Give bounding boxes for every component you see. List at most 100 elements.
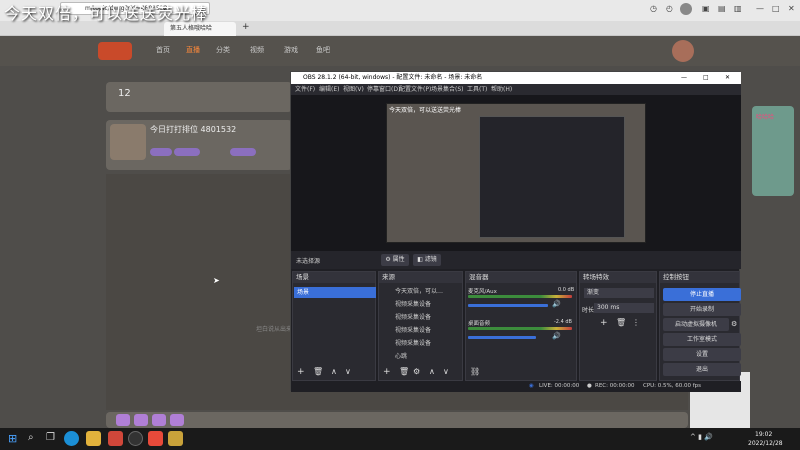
source-item[interactable]: 视频采集设备 bbox=[379, 338, 462, 349]
obs-maximize-icon[interactable]: □ bbox=[703, 72, 709, 84]
scenes-remove-button[interactable]: 🗑 bbox=[313, 367, 323, 376]
search-icon[interactable]: ⌕ bbox=[28, 432, 34, 443]
start-recording-button[interactable]: 开始录制 bbox=[663, 303, 741, 316]
box-icon[interactable]: ▤ bbox=[718, 4, 726, 13]
sources-up-button[interactable]: ∧ bbox=[429, 367, 435, 376]
transition-add-button[interactable]: + bbox=[600, 318, 608, 328]
source-item[interactable]: 心跳 bbox=[379, 351, 462, 362]
scenes-down-button[interactable]: ∨ bbox=[345, 367, 351, 376]
tab-active[interactable]: 第五人格哦哈哈 bbox=[164, 22, 236, 36]
sources-down-button[interactable]: ∨ bbox=[443, 367, 449, 376]
duration-input[interactable]: 300 ms bbox=[594, 303, 654, 313]
site-header: 首页 直播 分类 视频 游戏 鱼吧 bbox=[0, 36, 800, 66]
network-icon[interactable]: ▮ bbox=[698, 433, 702, 441]
header-avatar[interactable] bbox=[672, 40, 694, 62]
exit-button[interactable]: 退出 bbox=[663, 363, 741, 376]
settings-button[interactable]: 设置 bbox=[663, 348, 741, 361]
start-icon[interactable]: ⊞ bbox=[8, 432, 17, 445]
scenes-add-button[interactable]: + bbox=[297, 367, 305, 377]
clock-icon[interactable]: ◴ bbox=[666, 4, 673, 13]
room-title: 今日打打排位 4801532 bbox=[150, 125, 237, 134]
tag-3[interactable] bbox=[230, 148, 256, 156]
transition-remove-button[interactable]: 🗑 bbox=[616, 318, 626, 327]
speaker-icon[interactable]: 🔊 bbox=[552, 300, 561, 308]
menu-scene-collection[interactable]: 场景集合(S) bbox=[431, 84, 464, 95]
nav-category[interactable]: 分类 bbox=[216, 45, 230, 55]
obs-close-icon[interactable]: ✕ bbox=[725, 72, 730, 84]
transitions-dock: 转场特效 渐变 时长 300 ms + 🗑 ⋮ bbox=[579, 271, 657, 381]
obs-minimize-icon[interactable]: — bbox=[681, 72, 687, 84]
source-item[interactable]: 视频采集设备 bbox=[379, 299, 462, 310]
mixer-link-icon[interactable]: ⛓ bbox=[470, 367, 480, 376]
new-tab-button[interactable]: + bbox=[242, 22, 250, 32]
sources-settings-icon[interactable]: ⚙ bbox=[413, 367, 420, 376]
maximize-icon[interactable]: □ bbox=[772, 4, 780, 13]
app-icon[interactable] bbox=[108, 431, 123, 446]
source-item[interactable]: 视频采集设备 bbox=[379, 325, 462, 336]
taskview-icon[interactable]: ❐ bbox=[46, 432, 55, 443]
scene-item-selected[interactable]: 场景 bbox=[294, 287, 376, 298]
menu-view[interactable]: 视图(V) bbox=[343, 84, 364, 95]
stream-caption: 今天双倍，可以送送荧光棒 bbox=[4, 4, 209, 23]
mixer-volume-slider[interactable] bbox=[468, 304, 548, 307]
properties-button[interactable]: ⚙ 属性 bbox=[381, 254, 409, 266]
source-item[interactable]: 今天双倍，可以… bbox=[379, 286, 462, 297]
nav-home[interactable]: 首页 bbox=[156, 45, 170, 55]
nav-video[interactable]: 视频 bbox=[250, 45, 264, 55]
menu-file[interactable]: 文件(F) bbox=[295, 84, 315, 95]
close-icon[interactable]: ✕ bbox=[788, 4, 795, 13]
studio-mode-button[interactable]: 工作室模式 bbox=[663, 333, 741, 346]
nested-obs-window bbox=[479, 116, 625, 238]
transition-select[interactable]: 渐变 bbox=[584, 288, 654, 298]
rec-status: REC: 00:00:00 bbox=[595, 383, 635, 389]
menu-docks[interactable]: 停靠窗口(D) bbox=[367, 84, 400, 95]
menu-edit[interactable]: 编辑(E) bbox=[319, 84, 339, 95]
edge-icon[interactable] bbox=[64, 431, 79, 446]
clock-time[interactable]: 19:02 bbox=[755, 431, 772, 438]
gift-icon-4[interactable] bbox=[170, 414, 184, 426]
history-icon[interactable]: ◷ bbox=[650, 4, 657, 13]
scene-item-label: 场景 bbox=[297, 289, 310, 296]
source-item[interactable]: 视频采集设备 bbox=[379, 312, 462, 323]
menu-tools[interactable]: 工具(T) bbox=[467, 84, 487, 95]
sources-header: 来源 bbox=[379, 272, 462, 283]
mixer-volume-slider[interactable] bbox=[468, 336, 536, 339]
minimize-icon[interactable]: — bbox=[756, 4, 764, 13]
nav-live[interactable]: 直播 bbox=[186, 45, 200, 55]
stop-streaming-button[interactable]: 停止直播 bbox=[663, 288, 741, 301]
promo-badge: 哈哈哈 bbox=[756, 114, 775, 121]
nav-game[interactable]: 游戏 bbox=[284, 45, 298, 55]
menu-profile[interactable]: 配置文件(P) bbox=[399, 84, 431, 95]
game-icon[interactable] bbox=[168, 431, 183, 446]
scenes-up-button[interactable]: ∧ bbox=[331, 367, 337, 376]
sources-remove-button[interactable]: 🗑 bbox=[399, 367, 409, 376]
transition-menu-icon[interactable]: ⋮ bbox=[632, 318, 640, 327]
notification-icon[interactable]: ▥ bbox=[734, 4, 742, 13]
gift-icon-1[interactable] bbox=[116, 414, 130, 426]
explorer-icon[interactable] bbox=[86, 431, 101, 446]
site-logo[interactable] bbox=[98, 42, 132, 60]
sources-add-button[interactable]: + bbox=[383, 367, 391, 377]
menu-help[interactable]: 帮助(H) bbox=[491, 84, 512, 95]
browser-icon[interactable] bbox=[148, 431, 163, 446]
avatar[interactable] bbox=[680, 3, 692, 15]
tag-1[interactable] bbox=[150, 148, 172, 156]
gift-icon-2[interactable] bbox=[134, 414, 148, 426]
filters-button[interactable]: ◧ 滤镜 bbox=[413, 254, 441, 266]
chevron-up-icon[interactable]: ^ bbox=[690, 433, 696, 441]
tag-2[interactable] bbox=[174, 148, 200, 156]
scenes-header: 场景 bbox=[293, 272, 375, 283]
clock-date[interactable]: 2022/12/28 bbox=[748, 440, 783, 447]
volume-icon[interactable]: 🔊 bbox=[704, 433, 713, 441]
obs-icon[interactable] bbox=[128, 431, 143, 446]
obs-preview-canvas[interactable]: 今天双倍，可以送送荧光棒 bbox=[386, 103, 646, 243]
speaker-icon[interactable]: 🔊 bbox=[552, 332, 561, 340]
virtual-camera-button[interactable]: 启动虚拟摄像机 bbox=[663, 318, 729, 331]
right-promo-banner[interactable]: 哈哈哈 bbox=[752, 106, 794, 196]
nav-fishbar[interactable]: 鱼吧 bbox=[316, 45, 330, 55]
virtual-camera-settings-icon[interactable]: ⚙ bbox=[731, 320, 737, 328]
source-toolbar: 未选择源 ⚙ 属性 ◧ 滤镜 bbox=[291, 251, 741, 269]
shirt-icon[interactable]: ▣ bbox=[702, 4, 710, 13]
streamer-avatar[interactable] bbox=[110, 124, 146, 160]
gift-icon-3[interactable] bbox=[152, 414, 166, 426]
